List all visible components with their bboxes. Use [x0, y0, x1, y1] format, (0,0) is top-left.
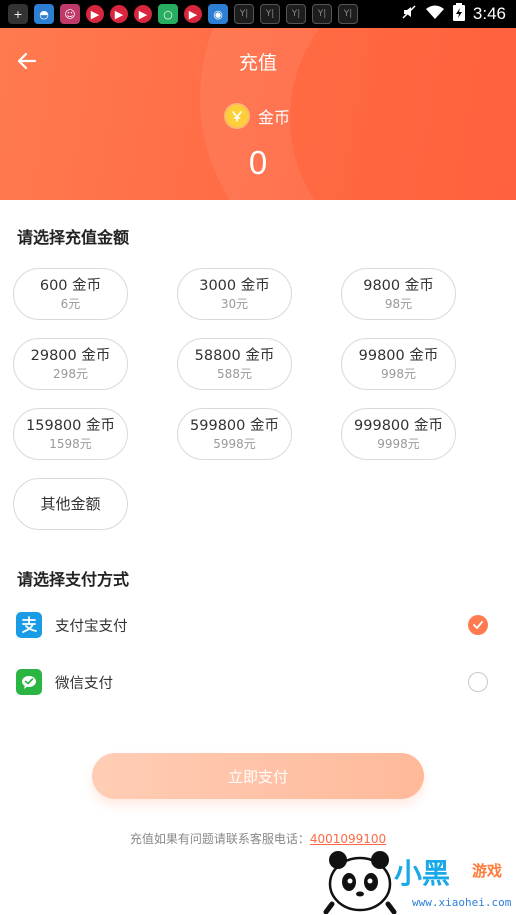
watermark-url: www.xiaohei.com: [412, 896, 512, 909]
notification-y-icon: Y|: [338, 4, 358, 24]
browser-app-icon: ◉: [208, 4, 228, 24]
amount-option[interactable]: 99800 金币 998元: [341, 338, 456, 390]
balance-header: 充值 金币 0: [0, 28, 516, 200]
footer-note-text: 充值如果有问题请联系客服电话：: [129, 832, 310, 846]
watermark-sub: 游戏: [472, 862, 503, 880]
amount-option[interactable]: 3000 金币 30元: [177, 268, 292, 320]
wifi-icon: [425, 4, 445, 24]
clock: 3:46: [472, 4, 506, 23]
coin-label: 金币: [257, 108, 290, 127]
watermark-name: 小黑: [394, 857, 451, 890]
notification-y-icon: Y|: [312, 4, 332, 24]
notification-icons: + ◓ ☺ ▶ ▶ ▶ ○ ▶ ◉ Y| Y| Y| Y| Y|: [0, 4, 358, 24]
battery-icon: [452, 3, 465, 25]
other-amount-label: 其他金额: [40, 494, 101, 513]
payment-label: 支付宝支付: [55, 618, 128, 635]
amount-coins: 599800 金币: [190, 417, 279, 434]
radio-unchecked[interactable]: [468, 672, 488, 692]
video-app-icon: ▶: [134, 5, 152, 23]
amount-option[interactable]: 29800 金币 298元: [13, 338, 128, 390]
amount-price: 6元: [60, 296, 81, 311]
notification-y-icon: Y|: [260, 4, 280, 24]
mute-icon: [401, 4, 417, 24]
amount-coins: 99800 金币: [358, 347, 439, 364]
pay-now-button[interactable]: 立即支付: [92, 753, 424, 799]
app-avatar-icon: ☺: [60, 4, 80, 24]
amount-price: 30元: [220, 296, 249, 311]
amount-option[interactable]: 58800 金币 588元: [177, 338, 292, 390]
add-notification-icon: +: [8, 4, 28, 24]
coin-label-row: 金币: [0, 104, 516, 128]
amount-coins: 58800 金币: [194, 347, 275, 364]
amount-coins: 999800 金币: [354, 417, 443, 434]
system-status: 3:46: [401, 0, 506, 28]
amount-coins: 600 金币: [39, 277, 102, 294]
radio-checked[interactable]: [468, 615, 488, 635]
amount-price: 9998元: [377, 436, 420, 451]
notification-y-icon: Y|: [286, 4, 306, 24]
payment-section-title: 请选择支付方式: [17, 570, 130, 589]
payment-option-wechat[interactable]: 微信支付: [0, 658, 516, 706]
amount-option[interactable]: 600 金币 6元: [13, 268, 128, 320]
coin-icon: [225, 105, 248, 127]
panda-mascot-icon: [323, 851, 397, 914]
site-watermark: 小黑 游戏 www.xiaohei.com: [322, 842, 516, 915]
notification-y-icon: Y|: [234, 4, 254, 24]
amount-price: 1598元: [49, 436, 92, 451]
amount-coins: 9800 金币: [363, 277, 434, 294]
amount-coins: 3000 金币: [199, 277, 270, 294]
checkmark-icon: [473, 621, 483, 629]
chat-app-icon: ○: [158, 4, 178, 24]
amount-coins: 29800 金币: [30, 347, 111, 364]
alipay-icon: [16, 612, 42, 638]
amount-option[interactable]: 9800 金币 98元: [341, 268, 456, 320]
video-app-icon: ▶: [110, 5, 128, 23]
page-title: 充值: [238, 52, 277, 74]
status-bar: + ◓ ☺ ▶ ▶ ▶ ○ ▶ ◉ Y| Y| Y| Y| Y| 3:46: [0, 0, 516, 28]
amount-coins: 159800 金币: [26, 417, 115, 434]
headset-icon: ◓: [34, 4, 54, 24]
amount-option[interactable]: 999800 金币 9998元: [341, 408, 456, 460]
coin-balance: 0: [248, 144, 268, 181]
amount-price: 588元: [217, 366, 252, 381]
video-app-icon: ▶: [86, 5, 104, 23]
other-amount-button[interactable]: 其他金额: [13, 478, 128, 530]
video-app-icon: ▶: [184, 5, 202, 23]
recharge-screen: + ◓ ☺ ▶ ▶ ▶ ○ ▶ ◉ Y| Y| Y| Y| Y| 3:46 充值…: [0, 0, 516, 915]
payment-label: 微信支付: [55, 675, 113, 692]
amount-price: 5998元: [213, 436, 256, 451]
amount-price: 998元: [381, 366, 416, 381]
payment-option-alipay[interactable]: 支付宝支付: [0, 601, 516, 649]
wechat-pay-icon: [16, 669, 42, 695]
amount-section-title: 请选择充值金额: [17, 228, 130, 247]
amount-option[interactable]: 599800 金币 5998元: [177, 408, 292, 460]
amount-price: 298元: [53, 366, 88, 381]
amount-option[interactable]: 159800 金币 1598元: [13, 408, 128, 460]
amount-price: 98元: [384, 296, 413, 311]
